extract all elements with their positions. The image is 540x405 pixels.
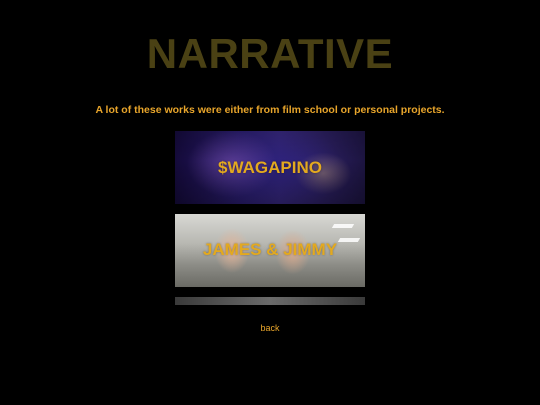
project-list: $WAGAPINO JAMES & JIMMY bbox=[175, 131, 365, 305]
project-thumbnail-image bbox=[175, 297, 365, 305]
project-title: JAMES & JIMMY bbox=[202, 240, 338, 259]
project-tile-partial[interactable] bbox=[175, 297, 365, 305]
project-tile-james-and-jimmy[interactable]: JAMES & JIMMY bbox=[175, 214, 365, 287]
project-tile-swagapino[interactable]: $WAGAPINO bbox=[175, 131, 365, 204]
intro-text: A lot of these works were either from fi… bbox=[95, 104, 445, 116]
page-title: NARRATIVE bbox=[146, 30, 394, 77]
project-title: $WAGAPINO bbox=[218, 158, 322, 177]
ceiling-light-stripe bbox=[331, 224, 355, 228]
back-link[interactable]: back bbox=[0, 322, 540, 334]
